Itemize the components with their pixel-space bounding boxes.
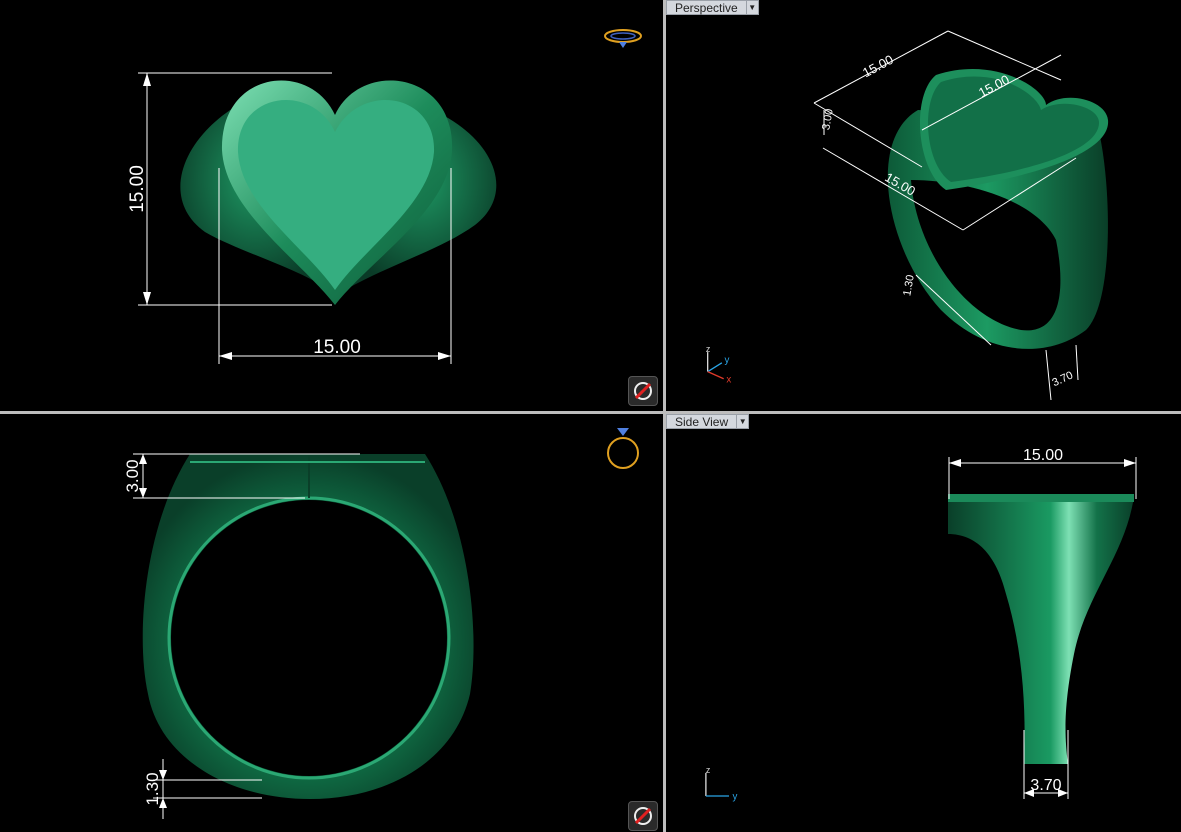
viewport-divider-vertical[interactable]: [663, 0, 666, 832]
axis-z-label: z: [706, 765, 710, 775]
viewport-top[interactable]: 15.00 15.00: [0, 0, 663, 411]
dim-width-label: 15.00: [313, 337, 361, 358]
dim-top-thickness-label: 3.00: [123, 459, 142, 492]
chevron-down-icon[interactable]: ▼: [737, 414, 750, 429]
viewport-tab-label: Perspective: [666, 0, 747, 15]
viewport-tab-side[interactable]: Side View ▼: [666, 414, 750, 429]
dim-perspective-6: 3.70: [1050, 369, 1074, 389]
ring-side-top: [948, 494, 1134, 502]
axis-y-label: y: [733, 792, 738, 803]
rotate-icon: [634, 807, 652, 825]
rotate-view-button[interactable]: [628, 801, 658, 831]
viewport-tab-label: Side View: [666, 414, 738, 429]
rotate-icon: [634, 382, 652, 400]
dim-perspective-4: 3.00: [820, 108, 836, 131]
ring-front-icon: [607, 428, 639, 469]
dim-height-label: 15.00: [127, 165, 148, 213]
axis-y-label: y: [725, 355, 730, 366]
dim-perspective-1: 15.00: [860, 52, 896, 81]
viewport-side[interactable]: 15.00 3.70 Side View ▼ z y: [666, 414, 1181, 832]
viewport-perspective[interactable]: 15.00 15.00 15.00 3.00 1.30 3.70 Perspec…: [666, 0, 1181, 411]
rotate-view-button[interactable]: [628, 376, 658, 406]
ring-side-shape: [948, 496, 1134, 764]
dim-band-thickness-label: 1.30: [143, 772, 162, 805]
viewport-divider-horizontal[interactable]: [0, 411, 1181, 414]
axis-indicator: z y: [705, 765, 738, 803]
viewport-front[interactable]: 3.00 1.30: [0, 414, 663, 832]
axis-x-label: x: [726, 374, 731, 385]
top-view-canvas: 15.00 15.00: [127, 29, 642, 364]
ring-front-hole: [171, 500, 447, 776]
axis-indicator: z y x: [706, 345, 731, 385]
ring-top-icon: [604, 29, 642, 48]
viewport-tab-perspective[interactable]: Perspective ▼: [666, 0, 759, 15]
dim-side-width-label: 15.00: [1023, 447, 1063, 464]
dim-perspective-5: 1.30: [901, 274, 917, 297]
chevron-down-icon[interactable]: ▼: [746, 0, 759, 15]
front-view-canvas: 3.00 1.30: [123, 428, 639, 819]
dim-side-bottom-label: 3.70: [1030, 777, 1061, 794]
axis-z-label: z: [706, 345, 710, 354]
